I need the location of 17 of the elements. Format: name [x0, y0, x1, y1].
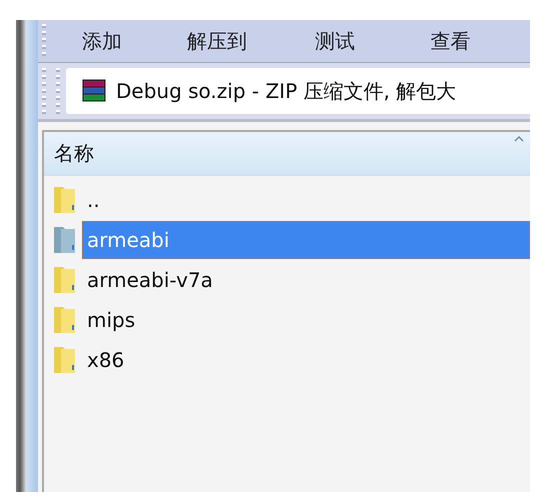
file-name[interactable]: armeabi-v7a: [82, 261, 530, 299]
file-name[interactable]: mips: [82, 301, 530, 339]
toolbar-button[interactable]: 解压到: [186, 28, 299, 54]
column-header[interactable]: 名称: [44, 132, 530, 176]
toolbar-button[interactable]: 查看: [430, 28, 530, 54]
toolbar-button[interactable]: 添加: [82, 28, 171, 54]
file-name[interactable]: x86: [82, 341, 530, 379]
folder-icon: [52, 305, 78, 335]
address-text: Debug so.zip - ZIP 压缩文件, 解包大: [116, 78, 456, 104]
folder-icon: [52, 185, 78, 215]
toolbar-button[interactable]: 测试: [314, 28, 414, 54]
address-field[interactable]: Debug so.zip - ZIP 压缩文件, 解包大: [66, 68, 530, 114]
folder-icon: [52, 225, 78, 255]
folder-icon: [52, 345, 78, 375]
file-name[interactable]: armeabi: [82, 221, 530, 259]
folder-icon: [52, 265, 78, 295]
file-name[interactable]: ..: [82, 181, 530, 219]
